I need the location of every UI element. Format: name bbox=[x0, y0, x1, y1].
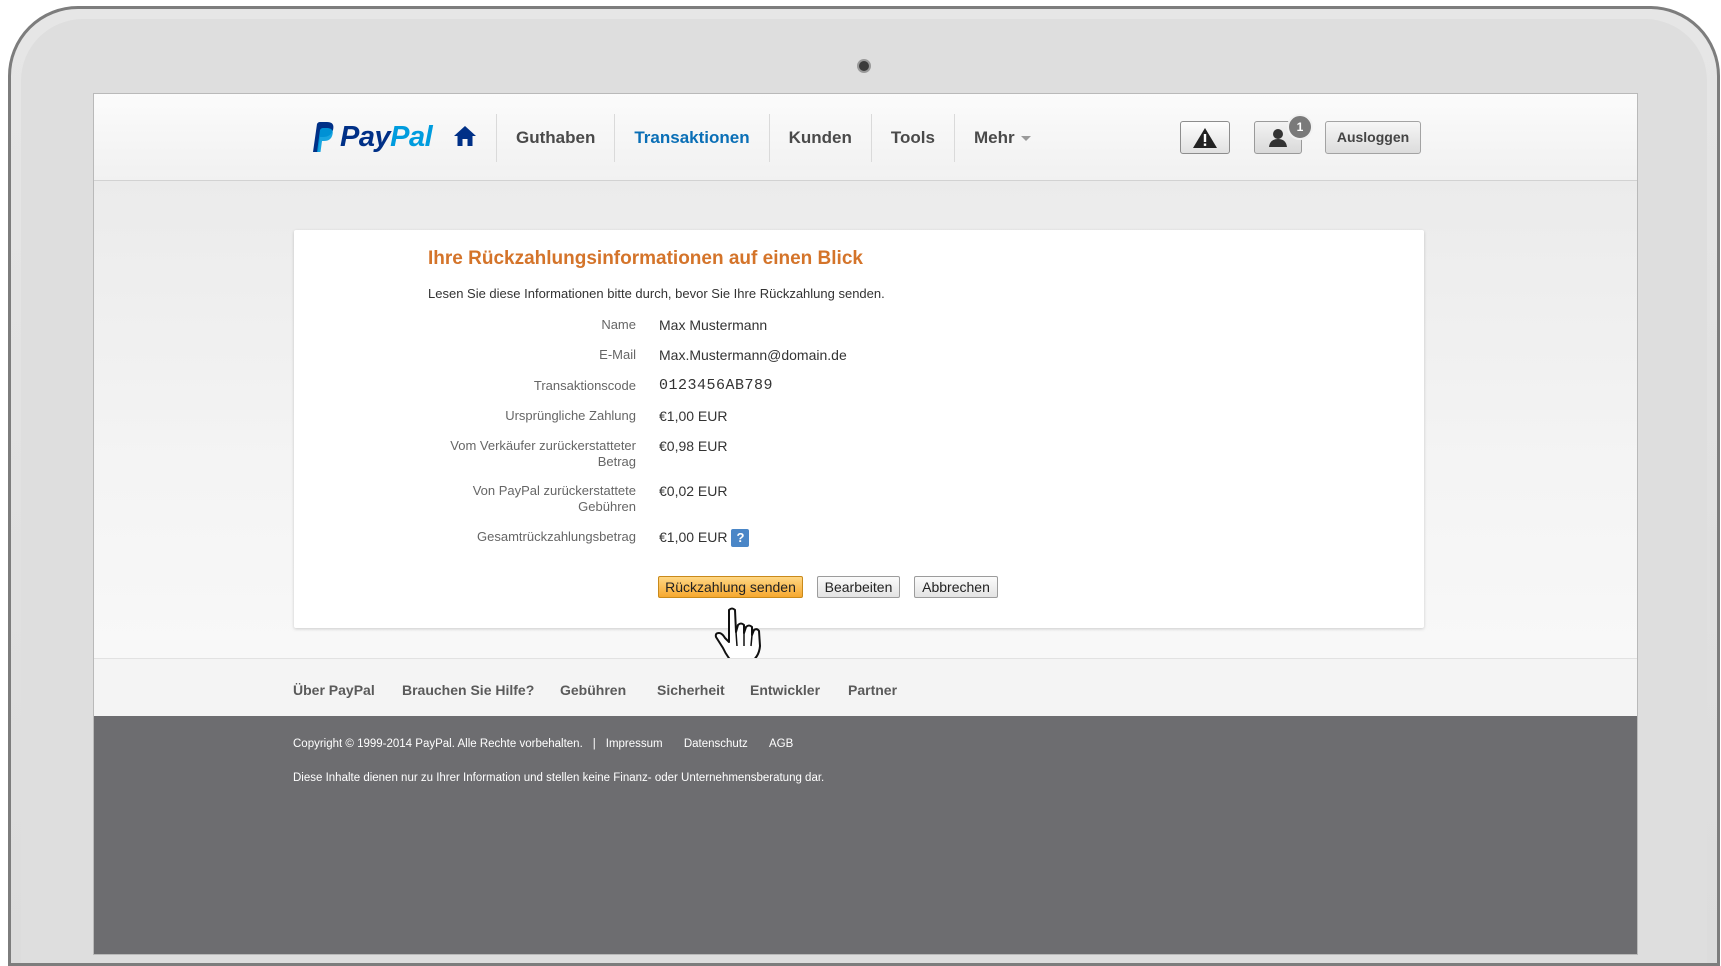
footer-link-agb[interactable]: AGB bbox=[769, 738, 793, 750]
user-icon bbox=[1269, 128, 1287, 147]
detail-label: Von PayPal zurückerstattete Gebühren bbox=[472, 483, 636, 514]
footer-copyright-line: Copyright © 1999-2014 PayPal. Alle Recht… bbox=[293, 738, 793, 750]
footer-separator: | bbox=[592, 738, 596, 750]
detail-value: €0,98 EUR bbox=[659, 438, 728, 454]
footer-legal: Copyright © 1999-2014 PayPal. Alle Recht… bbox=[94, 716, 1637, 954]
top-header: PayPal Guthaben Transaktionen Kunden Too… bbox=[94, 94, 1637, 181]
detail-value: €1,00 EUR? bbox=[659, 529, 750, 548]
copyright-text: Copyright © 1999-2014 PayPal. Alle Recht… bbox=[293, 738, 583, 750]
home-icon[interactable] bbox=[452, 124, 478, 148]
page-subtitle: Lesen Sie diese Informationen bitte durc… bbox=[428, 286, 885, 301]
paypal-wordmark: PayPal bbox=[340, 120, 433, 154]
nav-label: Tools bbox=[890, 128, 935, 147]
browser-screen: PayPal Guthaben Transaktionen Kunden Too… bbox=[94, 94, 1637, 954]
detail-value: €0,02 EUR bbox=[659, 483, 728, 499]
detail-value: Max Mustermann bbox=[659, 317, 768, 333]
paypal-logo[interactable]: PayPal bbox=[307, 120, 433, 154]
footer-link-entwickler[interactable]: Entwickler bbox=[750, 682, 820, 698]
notification-badge: 1 bbox=[1287, 114, 1313, 140]
detail-label: Ursprüngliche Zahlung bbox=[505, 408, 636, 423]
alert-button[interactable] bbox=[1180, 121, 1230, 154]
webcam-icon bbox=[857, 59, 871, 73]
detail-value: €1,00 EUR bbox=[659, 408, 728, 424]
refund-summary-card: Ihre Rückzahlungsinformationen auf einen… bbox=[294, 230, 1424, 628]
footer-disclaimer: Diese Inhalte dienen nur zu Ihrer Inform… bbox=[293, 772, 825, 784]
nav-label: Transaktionen bbox=[634, 128, 750, 147]
chevron-down-icon bbox=[1020, 136, 1031, 142]
nav-label: Kunden bbox=[788, 128, 852, 147]
hand-pointer-icon bbox=[714, 607, 761, 665]
logout-button[interactable]: Ausloggen bbox=[1325, 121, 1421, 154]
footer-link-ueber-paypal[interactable]: Über PayPal bbox=[293, 682, 375, 698]
footer-link-impressum[interactable]: Impressum bbox=[606, 738, 663, 750]
nav-item-mehr[interactable]: Mehr bbox=[953, 114, 1050, 162]
cancel-button[interactable]: Abbrechen bbox=[914, 576, 998, 598]
edit-button[interactable]: Bearbeiten bbox=[817, 576, 900, 598]
footer-link-gebuehren[interactable]: Gebühren bbox=[560, 682, 626, 698]
nav-item-transaktionen[interactable]: Transaktionen bbox=[614, 114, 768, 162]
nav-item-tools[interactable]: Tools bbox=[870, 114, 954, 162]
detail-label: Gesamtrückzahlungsbetrag bbox=[477, 529, 636, 544]
paypal-p-icon bbox=[313, 122, 334, 152]
help-icon[interactable]: ? bbox=[731, 529, 750, 548]
logo-text-pay: Pay bbox=[340, 120, 391, 153]
nav-item-kunden[interactable]: Kunden bbox=[768, 114, 871, 162]
footer-link-datenschutz[interactable]: Datenschutz bbox=[684, 738, 748, 750]
page-title: Ihre Rückzahlungsinformationen auf einen… bbox=[428, 248, 863, 269]
send-refund-button[interactable]: Rückzahlung senden bbox=[658, 576, 803, 598]
nav-label: Mehr bbox=[973, 128, 1015, 147]
footer-link-sicherheit[interactable]: Sicherheit bbox=[657, 682, 725, 698]
logo-text-pal: Pal bbox=[390, 120, 433, 153]
nav-label: Guthaben bbox=[516, 128, 596, 147]
detail-label: E-Mail bbox=[599, 347, 636, 362]
detail-value: 0123456AB789 bbox=[659, 377, 774, 394]
warning-icon bbox=[1193, 127, 1217, 148]
detail-label: Name bbox=[601, 317, 636, 332]
detail-label: Transaktionscode bbox=[533, 378, 636, 393]
total-value: €1,00 EUR bbox=[659, 529, 728, 545]
detail-value: Max.Mustermann@domain.de bbox=[659, 347, 847, 363]
footer-link-hilfe[interactable]: Brauchen Sie Hilfe? bbox=[402, 682, 534, 698]
detail-label: Vom Verkäufer zurückerstatteter Betrag bbox=[450, 438, 636, 469]
main-nav: Guthaben Transaktionen Kunden Tools Mehr bbox=[496, 114, 1050, 162]
nav-item-guthaben[interactable]: Guthaben bbox=[496, 114, 614, 162]
footer-links-bar: Über PayPal Brauchen Sie Hilfe? Gebühren… bbox=[94, 658, 1637, 717]
footer-link-partner[interactable]: Partner bbox=[848, 682, 897, 698]
